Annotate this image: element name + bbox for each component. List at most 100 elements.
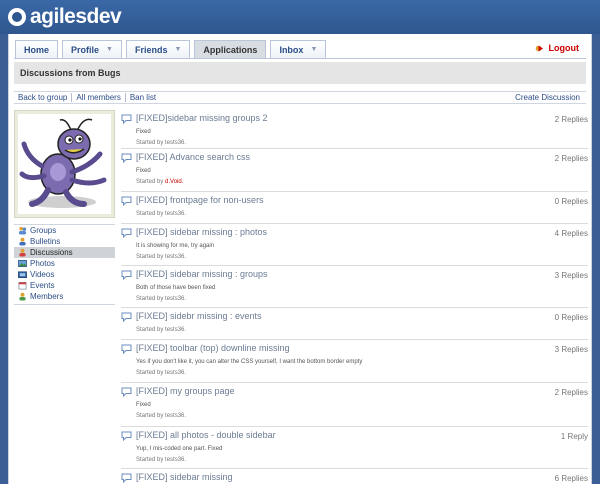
author-link[interactable]: tests36. (165, 254, 186, 260)
started-by: Started by tests36. (136, 140, 588, 146)
reply-count: 6 Replies (554, 474, 588, 483)
discussion-item[interactable]: [FIXED] frontpage for non-users 0 Replie… (121, 192, 588, 224)
started-by-label: Started by (136, 370, 164, 376)
page-sheet: Home Profile ▼ Friends ▼ Applications Inbo… (8, 34, 592, 484)
started-by: Started by tests36. (136, 254, 588, 260)
discussion-snippet: Yes if you don't like it, you can alter … (136, 359, 363, 365)
started-by-label: Started by (136, 296, 164, 302)
discussion-snippet: Fixed (136, 168, 151, 174)
photos-icon (18, 259, 27, 268)
reply-count: 2 Replies (554, 115, 588, 124)
discussion-title[interactable]: [FIXED] Advance search css (136, 152, 555, 162)
author-link[interactable]: d.Void. (165, 179, 183, 185)
nav-divider (14, 58, 586, 59)
logo[interactable]: agilesdev (8, 4, 122, 30)
discussion-title[interactable]: [FIXED] sidebar missing (136, 472, 555, 482)
chevron-down-icon[interactable]: ▼ (106, 46, 113, 53)
started-by: Started by tests36. (136, 211, 588, 217)
members-icon (19, 292, 26, 301)
discussion-title[interactable]: [FIXED] frontpage for non-users (136, 195, 555, 205)
tab-profile[interactable]: Profile ▼ (62, 40, 122, 58)
discussion-snippet: Both of those have been fixed (136, 285, 216, 291)
divider (124, 93, 126, 102)
started-by: Started by d.Void. (136, 179, 588, 185)
sidebar-item-events[interactable]: Events (14, 280, 115, 291)
started-by: Started by tests36. (136, 370, 588, 376)
sidebar-item-discussions[interactable]: Discussions (14, 247, 115, 258)
sidebar-item-members[interactable]: Members (14, 291, 115, 302)
tab-home[interactable]: Home (15, 40, 59, 58)
author-link[interactable]: tests36. (165, 370, 186, 376)
author-link[interactable]: tests36. (165, 327, 186, 333)
tab-inbox-label: Inbox (279, 44, 304, 55)
divider (71, 93, 73, 102)
sidebar-item-bulletins[interactable]: Bulletins (14, 236, 115, 247)
speech-bubble-icon (121, 431, 132, 441)
author-link[interactable]: tests36. (165, 457, 186, 463)
started-by: Started by tests36. (136, 413, 588, 419)
reply-count: 4 Replies (554, 229, 588, 238)
sub-nav: Back to group All members Ban list Creat… (14, 91, 586, 104)
discussion-title[interactable]: [FIXED] my groups page (136, 386, 555, 396)
discussion-item[interactable]: [FIXED] my groups page 2 Replies Fixed S… (121, 383, 588, 427)
discussion-title[interactable]: [FIXED]sidebar missing groups 2 (136, 113, 555, 123)
started-by-label: Started by (136, 254, 164, 260)
speech-bubble-icon (121, 270, 132, 280)
started-by-label: Started by (136, 457, 164, 463)
speech-bubble-icon (121, 114, 132, 124)
create-discussion-link[interactable]: Create Discussion (515, 93, 580, 102)
author-link[interactable]: tests36. (165, 296, 186, 302)
tab-inbox[interactable]: Inbox ▼ (270, 40, 327, 58)
chevron-down-icon[interactable]: ▼ (310, 46, 317, 53)
back-to-group-link[interactable]: Back to group (18, 93, 67, 102)
group-avatar[interactable] (14, 110, 115, 218)
tab-friends[interactable]: Friends ▼ (125, 40, 191, 58)
events-icon (18, 281, 27, 290)
discussion-title[interactable]: [FIXED] toolbar (top) downline missing (136, 343, 555, 353)
logo-mark-icon (8, 8, 26, 26)
main-nav: Home Profile ▼ Friends ▼ Applications Inbo… (15, 40, 327, 58)
started-by-label: Started by (136, 179, 164, 185)
logout-link[interactable]: Logout (535, 43, 580, 53)
reply-count: 3 Replies (554, 271, 588, 280)
all-members-link[interactable]: All members (76, 93, 120, 102)
discussion-title[interactable]: [FIXED] sidebar missing : photos (136, 227, 555, 237)
author-link[interactable]: tests36. (165, 211, 186, 217)
discussion-item[interactable]: [FIXED] sidebr missing : events 0 Replie… (121, 308, 588, 340)
ban-list-link[interactable]: Ban list (130, 93, 156, 102)
discussion-item[interactable]: [FIXED] toolbar (top) downline missing 3… (121, 340, 588, 383)
reply-count: 1 Reply (560, 432, 588, 441)
discussion-title[interactable]: [FIXED] sidebr missing : events (136, 311, 555, 321)
discussion-title[interactable]: [FIXED] sidebar missing : groups (136, 269, 555, 279)
videos-icon (18, 271, 27, 279)
tab-applications[interactable]: Applications (194, 40, 267, 58)
started-by-label: Started by (136, 327, 164, 333)
top-bar: agilesdev (0, 0, 600, 34)
sidebar-item-groups[interactable]: Groups (14, 225, 115, 236)
discussion-title[interactable]: [FIXED] all photos - double sidebar (136, 430, 561, 440)
discussion-snippet: It is showing for me, try again (136, 243, 215, 249)
chevron-down-icon[interactable]: ▼ (174, 46, 181, 53)
sidebar-item-label: Groups (30, 226, 57, 235)
bulletins-icon (19, 237, 26, 246)
author-link[interactable]: tests36. (165, 140, 186, 146)
reply-count: 0 Replies (554, 197, 588, 206)
discussion-item[interactable]: [FIXED] sidebar missing 6 Replies (121, 469, 588, 484)
sidebar-item-label: Photos (30, 259, 55, 268)
tab-profile-label: Profile (71, 44, 100, 55)
discussion-item[interactable]: [FIXED] all photos - double sidebar 1 Re… (121, 427, 588, 469)
author-link[interactable]: tests36. (165, 413, 186, 419)
discussion-item[interactable]: [FIXED] sidebar missing : photos 4 Repli… (121, 224, 588, 266)
bug-mascot-icon (19, 118, 107, 208)
discussion-item[interactable]: [FIXED]sidebar missing groups 2 2 Replie… (121, 110, 588, 149)
sidebar-item-photos[interactable]: Photos (14, 258, 115, 269)
speech-bubble-icon (121, 228, 132, 238)
started-by-label: Started by (136, 211, 164, 217)
discussion-item[interactable]: [FIXED] Advance search css 2 Replies Fix… (121, 149, 588, 192)
sidebar-item-label: Bulletins (30, 237, 61, 246)
discussion-item[interactable]: [FIXED] sidebar missing : groups 3 Repli… (121, 266, 588, 308)
sidebar-item-videos[interactable]: Videos (14, 269, 115, 280)
logout-label: Logout (548, 43, 580, 53)
tab-home-label: Home (24, 44, 50, 55)
divider (14, 302, 115, 305)
